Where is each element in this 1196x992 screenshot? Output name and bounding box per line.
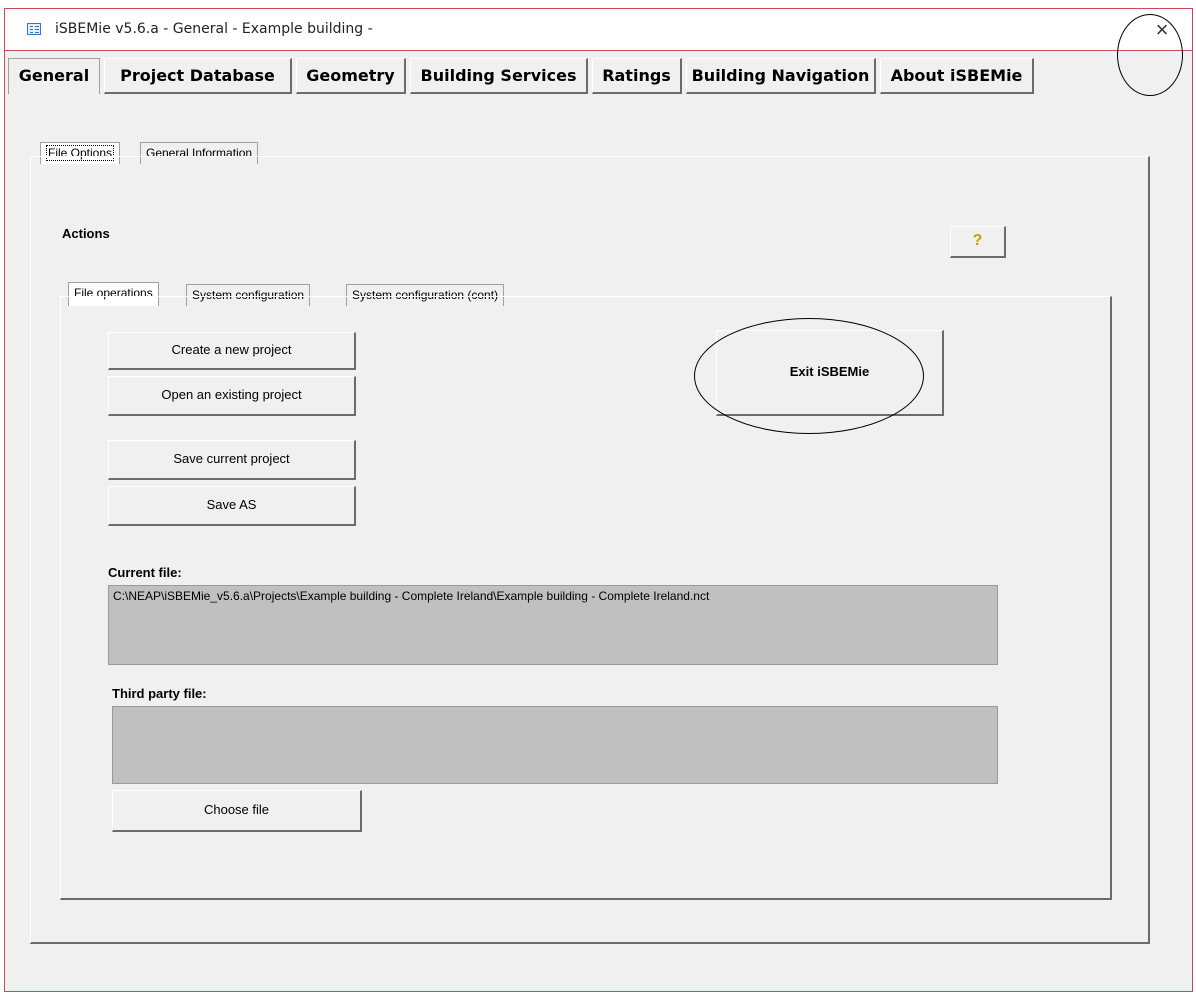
current-file-field[interactable]: C:\NEAP\iSBEMie_v5.6.a\Projects\Example …	[108, 585, 998, 665]
save-project-button[interactable]: Save current project	[108, 440, 356, 480]
create-project-button[interactable]: Create a new project	[108, 332, 356, 370]
tab-project-database[interactable]: Project Database	[104, 58, 292, 94]
save-as-button[interactable]: Save AS	[108, 486, 356, 526]
form-icon	[27, 23, 41, 35]
window-title: iSBEMie v5.6.a - General - Example build…	[55, 21, 373, 37]
tab-ratings[interactable]: Ratings	[592, 58, 682, 94]
help-icon: ?	[972, 232, 983, 249]
tab-general[interactable]: General	[8, 58, 100, 94]
close-button[interactable]: ×	[1147, 15, 1177, 45]
third-party-file-field[interactable]	[112, 706, 998, 784]
actions-heading: Actions	[62, 226, 110, 241]
third-party-file-label: Third party file:	[112, 686, 207, 701]
tab-building-services[interactable]: Building Services	[410, 58, 588, 94]
current-file-label: Current file:	[108, 565, 182, 580]
open-project-button[interactable]: Open an existing project	[108, 376, 356, 416]
tab-building-navigation[interactable]: Building Navigation	[686, 58, 876, 94]
help-button[interactable]: ?	[950, 226, 1006, 258]
tab-geometry[interactable]: Geometry	[296, 58, 406, 94]
choose-file-button[interactable]: Choose file	[112, 790, 362, 832]
title-bar: iSBEMie v5.6.a - General - Example build…	[5, 9, 1192, 51]
tab-about[interactable]: About iSBEMie	[880, 58, 1034, 94]
exit-button[interactable]: Exit iSBEMie	[716, 330, 944, 416]
